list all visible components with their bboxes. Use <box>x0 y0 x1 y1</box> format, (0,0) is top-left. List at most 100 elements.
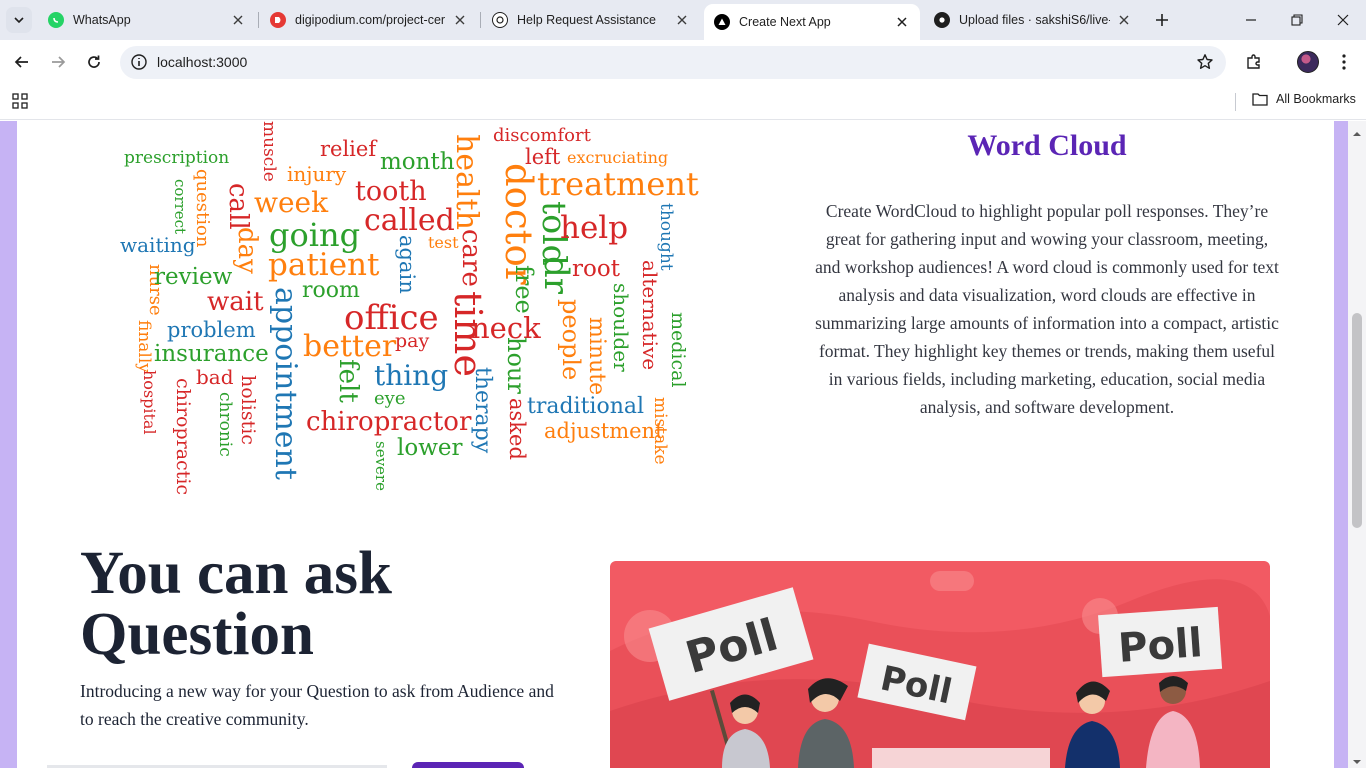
word-cloud-word: discomfort <box>493 125 591 146</box>
word-cloud-word: correct <box>171 179 189 235</box>
github-icon <box>934 12 950 28</box>
word-cloud-word: treatment <box>537 165 699 203</box>
word-cloud-word: help <box>560 210 629 246</box>
word-cloud-word: adjustment <box>544 419 664 443</box>
word-cloud-word: waiting <box>120 233 196 257</box>
word-cloud-word: call <box>223 183 253 230</box>
word-cloud-word: dr <box>536 256 576 295</box>
site-info-icon[interactable] <box>130 53 148 76</box>
word-cloud-word: shoulder <box>609 283 633 372</box>
address-bar[interactable]: localhost:3000 <box>120 46 1226 79</box>
word-cloud-word: appointment <box>268 287 303 480</box>
arrow-left-icon <box>14 56 28 68</box>
word-cloud-word: alternative <box>638 260 662 371</box>
word-cloud-word: finally <box>134 320 154 373</box>
word-cloud-word: again <box>395 235 419 294</box>
word-cloud-word: wait <box>207 287 264 317</box>
close-icon[interactable] <box>452 12 468 28</box>
word-cloud-word: health <box>449 134 484 230</box>
word-cloud-word: chiropractic <box>172 378 194 496</box>
word-cloud-word: bad <box>196 365 234 389</box>
tab-help-request[interactable]: Help Request Assistance <box>482 4 700 36</box>
bookmarks-bar: All Bookmarks <box>0 84 1366 120</box>
tab-create-next-app[interactable]: Create Next App <box>704 4 920 40</box>
tab-whatsapp[interactable]: WhatsApp <box>38 4 256 36</box>
folder-icon <box>1252 93 1268 106</box>
word-cloud-word: people <box>557 299 585 381</box>
word-cloud-word: therapy <box>470 367 495 454</box>
tab-search-button[interactable] <box>6 7 32 33</box>
word-cloud-description: Create WordCloud to highlight popular po… <box>815 201 1279 417</box>
page-content: muscle discomfort prescription relief mo… <box>17 121 1334 768</box>
puzzle-icon <box>1247 54 1260 69</box>
bookmarks-separator <box>1235 93 1236 111</box>
close-icon[interactable] <box>674 12 690 28</box>
word-cloud-word: holistic <box>237 375 259 445</box>
tab-strip: WhatsApp digipodium.com/project-cer Help… <box>0 0 1366 40</box>
word-cloud-word: relief <box>320 137 377 161</box>
minimize-button[interactable] <box>1228 0 1274 40</box>
tab-separator <box>480 12 481 28</box>
arrow-right-icon <box>52 56 66 68</box>
word-cloud-word: injury <box>287 162 347 186</box>
word-cloud: muscle discomfort prescription relief mo… <box>17 121 699 501</box>
word-cloud-word: month <box>380 149 455 175</box>
tab-separator <box>258 12 259 28</box>
poll-illustration-svg: Poll Poll Poll <box>610 571 1270 768</box>
word-cloud-word: week <box>254 186 329 219</box>
restore-icon <box>1291 14 1303 26</box>
word-cloud-word: minute <box>584 317 609 396</box>
all-bookmarks-label: All Bookmarks <box>1276 92 1356 106</box>
word-cloud-word: chronic <box>215 392 235 457</box>
extensions-button[interactable] <box>1240 48 1268 76</box>
bookmark-star-icon[interactable] <box>1196 53 1214 76</box>
profile-button[interactable] <box>1294 48 1322 76</box>
close-window-button[interactable] <box>1320 0 1366 40</box>
word-cloud-word: muscle <box>259 121 279 182</box>
ask-heading-line-2: Question <box>80 601 314 668</box>
word-cloud-word: problem <box>167 318 256 342</box>
word-cloud-word: hour <box>502 337 530 394</box>
new-tab-button[interactable] <box>1150 8 1174 32</box>
chevron-down-icon <box>14 17 24 24</box>
word-cloud-word: called <box>364 203 455 238</box>
poll-sign-text: Poll <box>1117 620 1204 672</box>
apps-grid-icon[interactable] <box>12 93 28 114</box>
nextjs-icon <box>714 14 730 30</box>
close-icon[interactable] <box>230 12 246 28</box>
word-cloud-word: eye <box>374 388 406 409</box>
close-icon[interactable] <box>894 14 910 30</box>
word-cloud-word: chiropractor <box>306 407 472 437</box>
word-cloud-word: free <box>510 265 538 314</box>
tab-digipodium[interactable]: digipodium.com/project-cer <box>260 4 478 36</box>
browser-toolbar: localhost:3000 <box>0 40 1366 84</box>
close-icon <box>1337 14 1349 26</box>
tab-title: WhatsApp <box>73 13 131 27</box>
scrollbar-thumb[interactable] <box>1352 313 1362 528</box>
all-bookmarks-button[interactable]: All Bookmarks <box>1252 92 1356 106</box>
whatsapp-icon <box>48 12 64 28</box>
menu-button[interactable] <box>1330 48 1358 76</box>
tab-title: Create Next App <box>739 15 831 29</box>
word-cloud-word: severe <box>372 441 390 491</box>
word-cloud-word: pay <box>395 330 430 352</box>
reload-icon <box>88 55 100 68</box>
word-cloud-word: patient <box>268 247 380 283</box>
word-cloud-word: felt <box>333 359 363 403</box>
avatar <box>1297 51 1319 73</box>
reload-button[interactable] <box>80 48 108 76</box>
close-icon[interactable] <box>1116 12 1132 28</box>
url-text[interactable]: localhost:3000 <box>157 54 247 70</box>
scroll-down-arrow-icon[interactable] <box>1352 753 1362 768</box>
forward-button[interactable] <box>44 48 72 76</box>
scroll-up-arrow-icon[interactable] <box>1352 125 1362 143</box>
ask-question-heading: You can ask Question <box>80 543 560 665</box>
ask-submit-button[interactable] <box>412 762 524 768</box>
vertical-scrollbar[interactable] <box>1348 121 1366 768</box>
tab-title: digipodium.com/project-cer <box>295 13 446 27</box>
tab-github-upload[interactable]: Upload files · sakshiS6/live-p <box>924 4 1142 36</box>
restore-button[interactable] <box>1274 0 1320 40</box>
minimize-icon <box>1246 19 1256 21</box>
word-cloud-word: care <box>456 229 486 287</box>
back-button[interactable] <box>8 48 36 76</box>
